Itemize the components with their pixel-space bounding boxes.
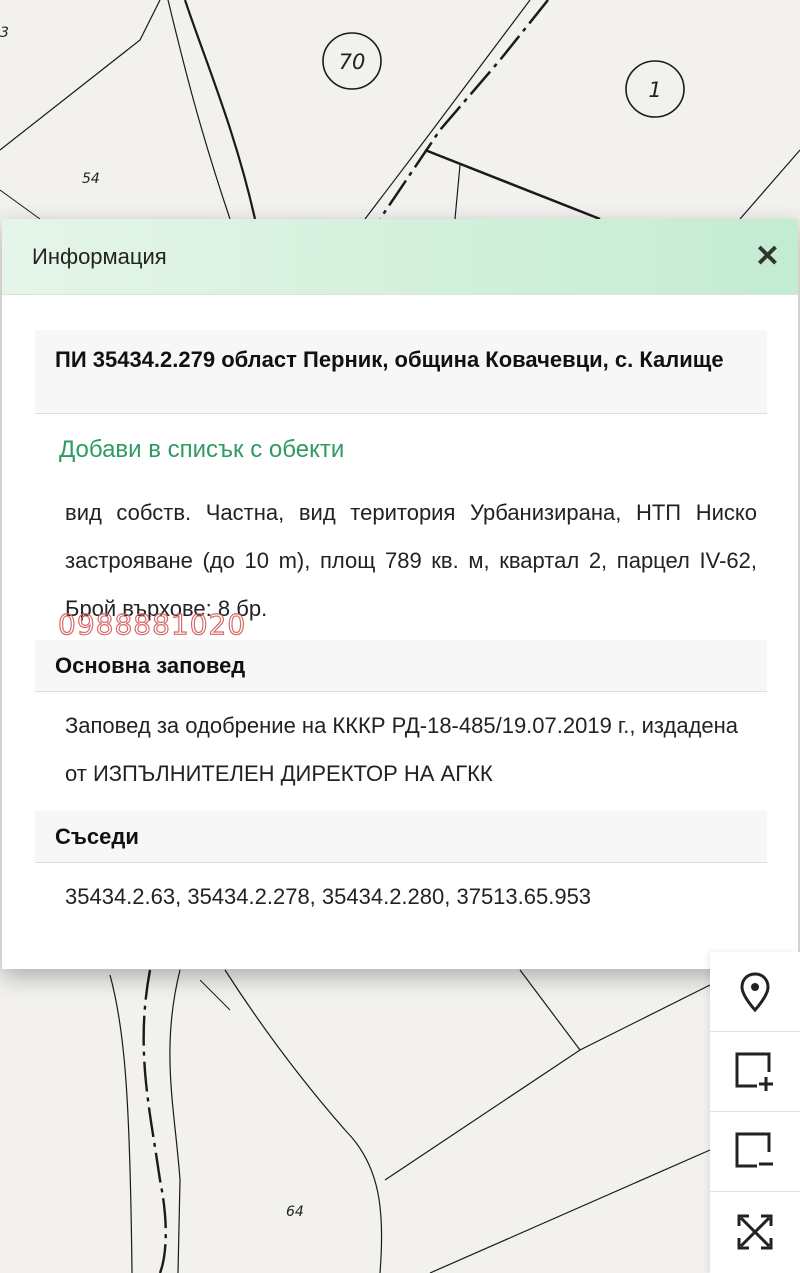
fullscreen-icon	[737, 1214, 773, 1250]
lot-label-63: 3	[0, 25, 9, 41]
add-area-button[interactable]	[710, 1032, 800, 1112]
phone-watermark: 0988881020	[57, 607, 247, 641]
neighbours-heading: Съседи	[35, 811, 767, 863]
parcel-label-1: 1	[648, 78, 661, 102]
order-heading: Основна заповед	[35, 640, 767, 692]
lot-label-54: 54	[82, 171, 100, 187]
parcel-label-70: 70	[339, 50, 366, 74]
fullscreen-button[interactable]	[710, 1192, 800, 1272]
panel-title: Информация	[32, 243, 167, 269]
neighbours-text: 35434.2.63, 35434.2.278, 35434.2.280, 37…	[65, 884, 592, 909]
map-toolbar	[710, 952, 800, 1273]
close-icon[interactable]: ✕	[755, 241, 780, 272]
location-button[interactable]	[710, 952, 800, 1032]
lot-label-64: 64	[286, 1204, 304, 1220]
remove-area-button[interactable]	[710, 1112, 800, 1192]
add-area-icon	[735, 1052, 773, 1091]
remove-area-icon	[735, 1132, 773, 1167]
panel-header: Информация ✕	[2, 219, 798, 295]
add-to-list-link[interactable]: Добави в списък с обекти	[59, 436, 344, 464]
order-text: Заповед за одобрение на КККР РД-18-485/1…	[65, 713, 739, 786]
info-panel: Информация ✕ ПИ 35434.2.279 област Перни…	[2, 219, 798, 969]
parcel-title: ПИ 35434.2.279 област Перник, община Ков…	[35, 330, 767, 414]
location-pin-icon	[740, 971, 770, 1012]
